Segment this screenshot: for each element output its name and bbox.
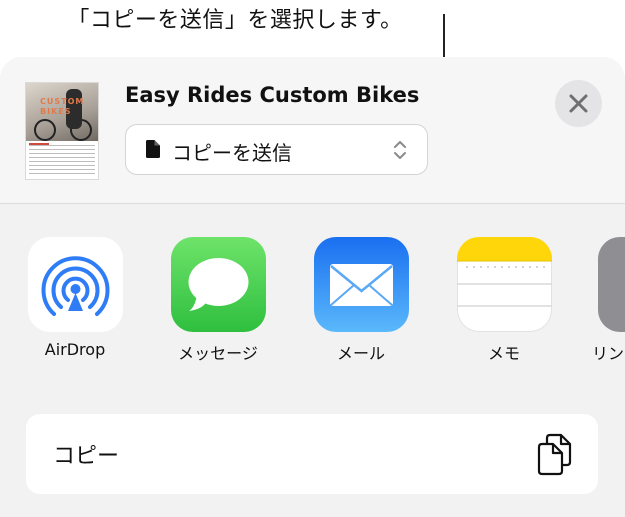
- copy-action-label: コピー: [53, 444, 120, 469]
- link-icon: [598, 237, 625, 332]
- notes-icon: [456, 237, 552, 332]
- close-button[interactable]: [555, 80, 602, 127]
- thumbnail-title-line1: CUSTOM: [40, 97, 85, 106]
- document-thumbnail: CUSTOM BIKES: [26, 83, 98, 179]
- app-mail[interactable]: メール: [306, 237, 416, 364]
- mail-icon: [313, 237, 409, 332]
- app-airdrop[interactable]: AirDrop: [20, 237, 130, 359]
- copy-action-row[interactable]: コピー: [26, 414, 598, 494]
- airdrop-icon: [27, 237, 123, 332]
- close-icon: [569, 94, 588, 113]
- app-label-messages: メッセージ: [178, 344, 258, 363]
- app-label-mail: メール: [336, 344, 385, 363]
- app-notes[interactable]: メモ: [449, 237, 559, 364]
- app-label-airdrop: AirDrop: [44, 340, 106, 359]
- send-copy-select[interactable]: コピーを送信: [125, 124, 428, 175]
- app-label-notes: メモ: [487, 344, 520, 363]
- share-header: CUSTOM BIKES Easy Rides Custom Bikes コピー…: [0, 57, 625, 204]
- app-label-link: リン: [592, 344, 625, 363]
- callout-text: 「コピーを送信」を選択します。: [67, 8, 403, 33]
- up-down-chevron-icon: [394, 141, 406, 159]
- app-row: AirDrop メッセージ メール メモ リン: [0, 237, 625, 377]
- app-link[interactable]: リン: [592, 237, 625, 364]
- doc-icon: [146, 140, 160, 158]
- copy-icon: [537, 433, 572, 476]
- document-title: Easy Rides Custom Bikes: [125, 83, 420, 107]
- thumbnail-title-line2: BIKES: [40, 107, 72, 116]
- send-copy-label: コピーを送信: [172, 141, 292, 165]
- share-sheet: CUSTOM BIKES Easy Rides Custom Bikes コピー…: [0, 57, 625, 517]
- messages-icon: [170, 237, 266, 332]
- app-messages[interactable]: メッセージ: [163, 237, 273, 364]
